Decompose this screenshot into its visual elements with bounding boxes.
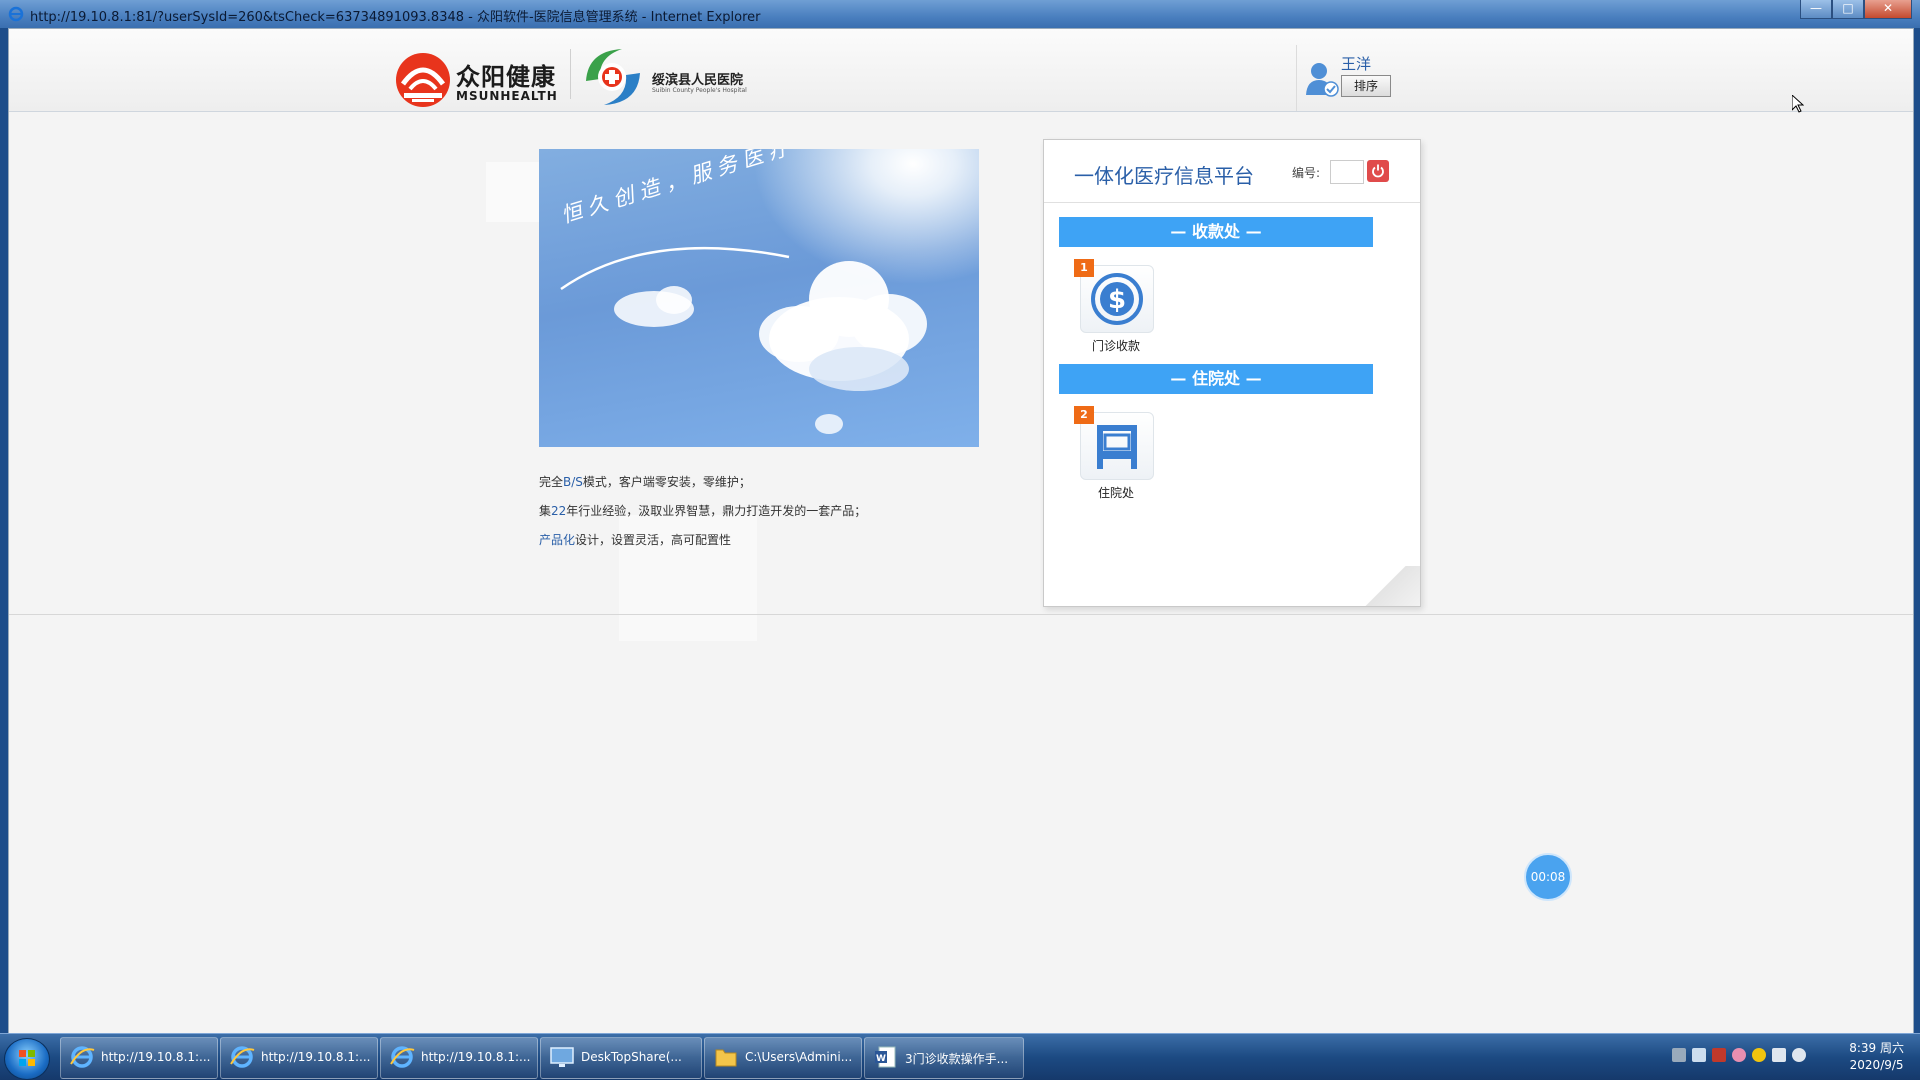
user-name[interactable]: 王洋	[1341, 53, 1371, 74]
taskbar-item-label: http://19.10.8.1:...	[421, 1050, 531, 1064]
content-divider	[9, 614, 1913, 615]
feature-highlight: 产品化	[539, 533, 576, 547]
taskbar-item-explorer[interactable]: C:\Users\Admini...	[704, 1037, 862, 1079]
feature-line-2: 集22年行业经验，汲取业界智慧，鼎力打造开发的一套产品；	[539, 502, 866, 519]
folder-icon	[715, 1049, 737, 1067]
recording-timer[interactable]: 00:08	[1524, 853, 1572, 901]
feature-line-3: 产品化设计，设置灵活，高可配置性	[539, 531, 731, 548]
browser-content: 众阳健康 MSUNHEALTH 绥滨县人民医院 Suibin County Pe…	[8, 28, 1914, 1035]
hospital-name-en: Suibin County People's Hospital	[652, 87, 747, 94]
ie-icon	[8, 6, 24, 22]
ie-icon	[230, 1046, 255, 1068]
clock[interactable]: 8:39 周六 2020/9/5	[1849, 1040, 1904, 1074]
msunhealth-logo-icon	[396, 53, 450, 107]
logo-divider	[570, 49, 571, 99]
brand-name-cn: 众阳健康	[456, 63, 556, 91]
svg-text:W: W	[876, 1054, 886, 1064]
module-label: 住院处	[1097, 486, 1134, 500]
taskbar-item-label: C:\Users\Admini...	[745, 1050, 853, 1064]
hero-banner: 恒久创造，服务医疗	[539, 149, 979, 447]
hospital-logo-icon	[586, 49, 640, 105]
taskbar-item-deskshare[interactable]: DeskTopShare(...	[540, 1037, 702, 1079]
taskbar-item-label: DeskTopShare(...	[581, 1050, 682, 1064]
svg-text:$: $	[1108, 285, 1126, 315]
feature-text: 模式，客户端零安装，零维护；	[582, 475, 751, 489]
feature-text: 集	[539, 504, 552, 518]
power-button[interactable]	[1367, 160, 1389, 182]
ie-icon	[390, 1046, 415, 1068]
taskbar-item-ie-1[interactable]: http://19.10.8.1:...	[60, 1037, 218, 1079]
window-title: http://19.10.8.1:81/?userSysId=260&tsChe…	[30, 10, 761, 25]
feature-text: 设计，设置灵活，高可配置性	[575, 533, 732, 547]
security-icon[interactable]	[1752, 1048, 1766, 1062]
flash-icon[interactable]	[1712, 1048, 1726, 1062]
maximize-button[interactable]: □	[1832, 0, 1864, 19]
taskbar-item-label: http://19.10.8.1:...	[261, 1050, 371, 1064]
platform-title: 一体化医疗信息平台	[1074, 164, 1254, 188]
clock-date: 2020/9/5	[1849, 1058, 1904, 1072]
msunhealth-logo: 众阳健康 MSUNHEALTH	[394, 49, 572, 109]
network-icon[interactable]	[1772, 1048, 1786, 1062]
brand-name-en: MSUNHEALTH	[456, 89, 558, 103]
module-inpatient[interactable]: 2 住院处	[1066, 406, 1154, 500]
feature-highlight: B/S	[563, 475, 583, 489]
sort-button[interactable]: 排序	[1341, 75, 1391, 97]
cloud-image	[759, 261, 927, 391]
feature-highlight: 22	[551, 504, 567, 518]
taskbar-item-label: 3门诊收款操作手...	[905, 1052, 1009, 1066]
minimize-button[interactable]: —	[1800, 0, 1832, 19]
hospital-name-cn: 绥滨县人民医院	[652, 73, 744, 88]
page-curl-decoration	[1350, 566, 1420, 606]
taskbar-item-ie-3[interactable]: http://19.10.8.1:...	[380, 1037, 538, 1079]
code-label: 编号:	[1292, 166, 1321, 180]
panel-divider	[1044, 202, 1420, 203]
decor-square	[486, 162, 546, 222]
network-share-icon[interactable]	[1692, 1048, 1706, 1062]
close-button[interactable]: ✕	[1864, 0, 1912, 19]
ie-icon	[70, 1046, 95, 1068]
taskbar-item-word[interactable]: W 3门诊收款操作手...	[864, 1037, 1024, 1079]
volume-icon[interactable]	[1792, 1048, 1806, 1062]
feature-text: 完全	[539, 475, 564, 489]
page-header: 众阳健康 MSUNHEALTH 绥滨县人民医院 Suibin County Pe…	[9, 29, 1913, 112]
window-title-bar: http://19.10.8.1:81/?userSysId=260&tsChe…	[0, 0, 1920, 28]
clock-time: 8:39 周六	[1849, 1041, 1904, 1055]
monitor-icon	[550, 1047, 574, 1067]
keyboard-icon[interactable]	[1672, 1048, 1686, 1062]
module-label: 门诊收款	[1091, 339, 1140, 353]
taskbar: http://19.10.8.1:... http://19.10.8.1:..…	[0, 1033, 1920, 1080]
taskbar-item-label: http://19.10.8.1:...	[101, 1050, 211, 1064]
code-input[interactable]	[1330, 160, 1364, 184]
cloud-image	[614, 286, 694, 327]
system-tray: 8:39 周六 2020/9/5	[1660, 1034, 1920, 1080]
word-icon: W	[875, 1046, 896, 1068]
power-icon	[1372, 164, 1384, 178]
feature-text: 年行业经验，汲取业界智慧，鼎力打造开发的一套产品；	[566, 504, 867, 518]
cloud-image	[815, 414, 843, 434]
windows-logo-icon	[19, 1050, 35, 1066]
module-badge: 2	[1074, 406, 1094, 424]
mouse-cursor-icon	[1792, 95, 1804, 113]
start-button[interactable]	[4, 1038, 50, 1080]
user-avatar-icon	[1306, 63, 1339, 97]
hospital-logo: 绥滨县人民医院 Suibin County People's Hospital	[578, 45, 768, 109]
flower-icon[interactable]	[1732, 1048, 1746, 1062]
feature-line-1: 完全B/S模式，客户端零安装，零维护；	[539, 473, 751, 490]
section-cashier: — 收款处 —	[1059, 217, 1373, 247]
taskbar-item-ie-2[interactable]: http://19.10.8.1:...	[220, 1037, 378, 1079]
section-inpatient: — 住院处 —	[1059, 364, 1373, 394]
module-badge: 1	[1074, 259, 1094, 277]
user-divider	[1296, 45, 1297, 111]
module-outpatient-payment[interactable]: 1 $ 门诊收款	[1066, 259, 1154, 353]
module-panel: 一体化医疗信息平台 编号: — 收款处 — 1 $ 门诊收款 — 住院处 — 2…	[1043, 139, 1421, 607]
